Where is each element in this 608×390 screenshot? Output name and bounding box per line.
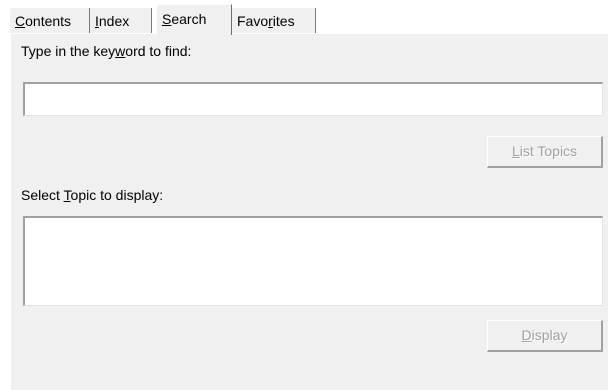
help-pane: Contents Index Search Favorites Type in … (10, 0, 608, 390)
tab-contents-label-key: C (15, 13, 26, 29)
list-topics-label-key: L (511, 143, 520, 159)
keyword-label: Type in the keyword to find: (21, 43, 191, 59)
tab-strip: Contents Index Search Favorites (10, 4, 608, 35)
tab-index-label: ndex (98, 13, 130, 29)
list-topics-button[interactable]: List Topics (487, 136, 603, 168)
tab-favorites[interactable]: Favorites (232, 8, 316, 34)
select-topic-label-pre: Select (21, 187, 64, 203)
tab-contents[interactable]: Contents (10, 8, 90, 34)
select-topic-label-post: opic to display: (70, 187, 164, 203)
keyword-label-post: ord to find: (125, 43, 192, 59)
keyword-input[interactable] (23, 82, 603, 116)
keyword-label-pre: Type in the key (21, 43, 116, 59)
display-label-key: D (521, 327, 532, 343)
display-label: isplay (531, 327, 568, 343)
select-topic-label-key: T (63, 187, 71, 203)
tab-search-label: earch (171, 11, 207, 27)
display-button[interactable]: Display (487, 320, 603, 352)
keyword-label-key: w (115, 43, 126, 59)
tab-search-label-key: S (162, 11, 172, 27)
topic-listbox[interactable] (23, 216, 603, 306)
select-topic-label: Select Topic to display: (21, 187, 163, 203)
tab-contents-label: ontents (25, 13, 72, 29)
tab-favorites-label: ites (272, 13, 295, 29)
tab-index[interactable]: Index (90, 8, 152, 34)
search-tab-panel: Type in the keyword to find: List Topics… (10, 33, 608, 390)
list-topics-label: ist Topics (519, 143, 578, 159)
tab-favorites-label-pre: Favo (237, 13, 269, 29)
tab-search[interactable]: Search (156, 4, 232, 35)
